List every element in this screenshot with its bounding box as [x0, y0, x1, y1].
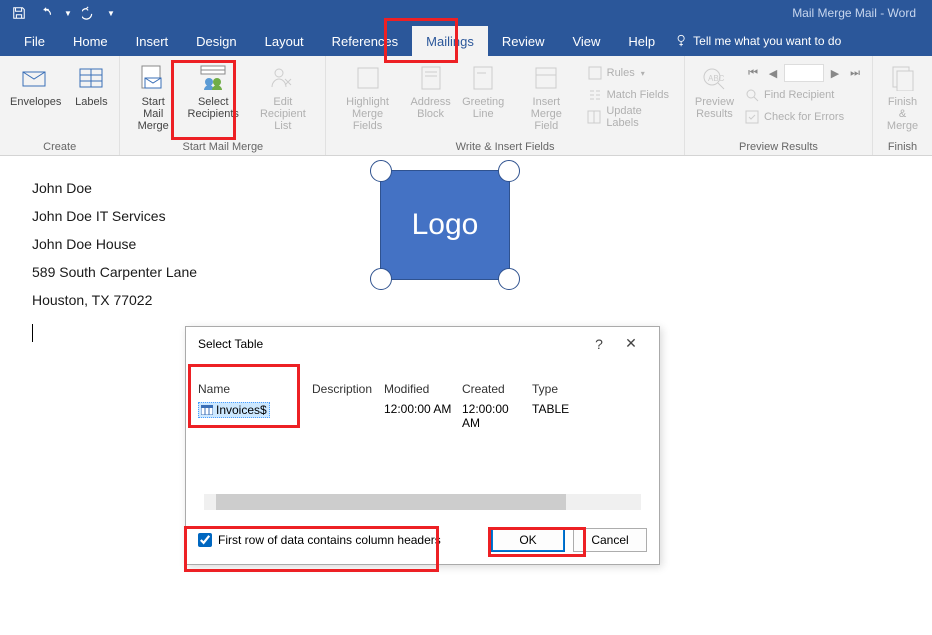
greeting-line-icon — [467, 62, 499, 94]
address-block-icon — [415, 62, 447, 94]
app-title: Mail Merge Mail - Word — [792, 6, 916, 20]
group-preview: ABC Preview Results ⏮ ◀ ▶ ⏭ Find Recipie… — [685, 56, 873, 155]
ribbon: Envelopes Labels Create Start Mail Merge… — [0, 56, 932, 156]
title-bar: ▼ ▼ Mail Merge Mail - Word — [0, 0, 932, 26]
tell-me-label: Tell me what you want to do — [693, 34, 841, 48]
table-header-row: Name Description Modified Created Type — [198, 364, 647, 400]
menu-bar: File Home Insert Design Layout Reference… — [0, 26, 932, 56]
tab-home[interactable]: Home — [59, 26, 122, 56]
checkbox-input[interactable] — [198, 533, 212, 547]
rules-icon — [587, 65, 603, 81]
edit-recipient-list-icon — [267, 62, 299, 94]
labels-button[interactable]: Labels — [67, 60, 115, 110]
match-fields-button[interactable]: Match Fields — [583, 84, 680, 106]
update-labels-button[interactable]: Update Labels — [583, 106, 680, 128]
next-record-icon[interactable]: ▶ — [826, 64, 844, 82]
tell-me-search[interactable]: Tell me what you want to do — [675, 26, 841, 56]
table-row[interactable]: Invoices$ 12:00:00 AM 12:00:00 AM TABLE — [198, 400, 647, 432]
col-type-header[interactable]: Type — [532, 382, 592, 396]
group-start-label: Start Mail Merge — [124, 140, 321, 153]
tab-layout[interactable]: Layout — [251, 26, 318, 56]
cancel-button[interactable]: Cancel — [573, 528, 647, 552]
tab-references[interactable]: References — [318, 26, 412, 56]
tab-help[interactable]: Help — [614, 26, 669, 56]
table-modified: 12:00:00 AM — [384, 402, 462, 430]
preview-results-icon: ABC — [698, 62, 730, 94]
check-errors-button[interactable]: Check for Errors — [740, 106, 868, 128]
labels-icon — [75, 62, 107, 94]
tab-insert[interactable]: Insert — [122, 26, 183, 56]
rules-button[interactable]: Rules▾ — [583, 62, 680, 84]
match-fields-icon — [587, 87, 603, 103]
envelopes-button[interactable]: Envelopes — [4, 60, 67, 110]
select-recipients-button[interactable]: Select Recipients — [182, 60, 244, 122]
highlight-icon — [352, 62, 384, 94]
envelope-icon — [20, 62, 52, 94]
group-finish: Finish & Merge Finish — [873, 56, 932, 155]
col-modified-header[interactable]: Modified — [384, 382, 462, 396]
ok-button[interactable]: OK — [491, 528, 565, 552]
table-name: Invoices$ — [216, 403, 267, 417]
svg-text:ABC: ABC — [708, 74, 725, 83]
col-description-header[interactable]: Description — [312, 382, 384, 396]
group-finish-label: Finish — [877, 140, 928, 153]
start-mail-merge-icon — [137, 62, 169, 94]
first-row-headers-checkbox[interactable]: First row of data contains column header… — [198, 533, 483, 547]
first-record-icon[interactable]: ⏮ — [744, 64, 762, 82]
save-icon[interactable] — [6, 2, 32, 24]
col-name-header[interactable]: Name — [198, 382, 312, 396]
redo-icon[interactable] — [76, 2, 102, 24]
table-icon — [201, 405, 213, 415]
logo-placeholder: Logo — [380, 170, 510, 280]
prev-record-icon[interactable]: ◀ — [764, 64, 782, 82]
group-write-label: Write & Insert Fields — [330, 140, 680, 153]
insert-merge-field-button[interactable]: Insert Merge Field — [510, 60, 583, 134]
undo-icon[interactable] — [34, 2, 60, 24]
tab-review[interactable]: Review — [488, 26, 559, 56]
edit-recipient-list-button[interactable]: Edit Recipient List — [244, 60, 321, 134]
tab-view[interactable]: View — [558, 26, 614, 56]
find-recipient-button[interactable]: Find Recipient — [740, 84, 868, 106]
text-cursor — [32, 324, 33, 342]
find-recipient-icon — [744, 87, 760, 103]
group-preview-label: Preview Results — [689, 140, 868, 153]
dialog-titlebar: Select Table ? ✕ — [186, 327, 659, 360]
finish-merge-icon — [887, 62, 919, 94]
record-navigation: ⏮ ◀ ▶ ⏭ — [740, 62, 868, 84]
tab-design[interactable]: Design — [182, 26, 250, 56]
greeting-line-button[interactable]: Greeting Line — [456, 60, 509, 122]
table-description — [312, 402, 384, 430]
table-created: 12:00:00 AM — [462, 402, 532, 430]
undo-dropdown-icon[interactable]: ▼ — [62, 2, 74, 24]
qat-customize-icon[interactable]: ▼ — [104, 2, 118, 24]
record-number-input[interactable] — [784, 64, 824, 82]
check-errors-icon — [744, 109, 760, 125]
dialog-title: Select Table — [198, 337, 583, 351]
quick-access-toolbar: ▼ ▼ — [6, 2, 118, 24]
group-create: Envelopes Labels Create — [0, 56, 120, 155]
horizontal-scrollbar[interactable] — [204, 494, 641, 510]
select-table-dialog: Select Table ? ✕ Name Description Modifi… — [185, 326, 660, 565]
preview-results-button[interactable]: ABC Preview Results — [689, 60, 740, 122]
insert-merge-field-icon — [530, 62, 562, 94]
group-start-mail-merge: Start Mail Merge Select Recipients Edit … — [120, 56, 326, 155]
last-record-icon[interactable]: ⏭ — [846, 64, 864, 82]
tab-mailings[interactable]: Mailings — [412, 26, 488, 56]
dialog-close-icon[interactable]: ✕ — [615, 335, 647, 352]
highlight-merge-fields-button[interactable]: Highlight Merge Fields — [330, 60, 404, 134]
dialog-help-icon[interactable]: ? — [583, 336, 615, 352]
table-type: TABLE — [532, 402, 592, 430]
finish-merge-button[interactable]: Finish & Merge — [877, 60, 928, 134]
col-created-header[interactable]: Created — [462, 382, 532, 396]
group-write-insert: Highlight Merge Fields Address Block Gre… — [326, 56, 685, 155]
address-block-button[interactable]: Address Block — [405, 60, 457, 122]
group-create-label: Create — [4, 140, 115, 153]
select-recipients-icon — [197, 62, 229, 94]
address-line: Houston, TX 77022 — [32, 292, 900, 308]
table-list: Name Description Modified Created Type I… — [198, 364, 647, 510]
tab-file[interactable]: File — [10, 26, 59, 56]
update-labels-icon — [587, 109, 603, 125]
start-mail-merge-button[interactable]: Start Mail Merge — [124, 60, 182, 134]
